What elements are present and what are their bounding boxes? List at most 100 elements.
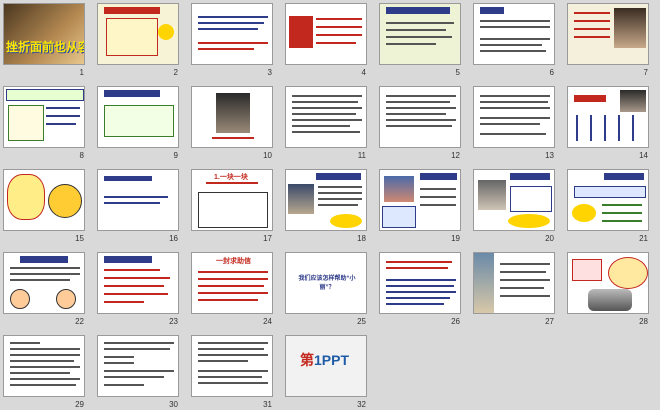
text-line [292, 95, 362, 97]
slide-thumbnail-23[interactable] [97, 252, 179, 314]
text-line [386, 267, 448, 269]
slide-thumbnail-16[interactable] [97, 169, 179, 231]
slide-title-bar [316, 173, 361, 180]
text-line [574, 12, 610, 14]
text-box [572, 259, 602, 281]
slide-thumbnail-10[interactable] [191, 86, 273, 148]
text-line [480, 50, 546, 52]
text-line [480, 107, 550, 109]
slide-title-bar [104, 256, 152, 263]
slide-thumbnail-32[interactable]: 第1PPT [285, 335, 367, 397]
slide-thumbnail-12[interactable] [379, 86, 461, 148]
slide-thumbnail-19[interactable] [379, 169, 461, 231]
text-line [198, 382, 268, 384]
slide-number: 20 [545, 234, 554, 243]
text-line [574, 20, 610, 22]
slide-thumbnail-29[interactable] [3, 335, 85, 397]
slide-thumbnail-4[interactable] [285, 3, 367, 65]
star-burst [508, 214, 550, 228]
slide-thumbnail-1[interactable]: 挫折面前也从容 [3, 3, 85, 65]
text-line [292, 101, 358, 103]
text-line [420, 188, 456, 190]
slide-number: 8 [79, 151, 84, 160]
text-line [46, 123, 76, 125]
text-line [46, 115, 80, 117]
slide-thumbnail-14[interactable] [567, 86, 649, 148]
slide-thumbnail-8[interactable] [3, 86, 85, 148]
slide-thumbnail-26[interactable] [379, 252, 461, 314]
slide-thumbnail-22[interactable] [3, 252, 85, 314]
text-line [10, 366, 80, 368]
text-line [386, 303, 444, 305]
text-line [480, 117, 550, 119]
text-line [292, 113, 356, 115]
text-line [10, 267, 80, 269]
slide-title-bar [420, 173, 457, 180]
slide-thumbnail-25[interactable]: 我们应该怎样帮助“小丽”？ [285, 252, 367, 314]
text-line [480, 38, 550, 40]
slide-thumbnail-2[interactable] [97, 3, 179, 65]
slide-title-bar [604, 173, 644, 180]
text-line [104, 384, 144, 386]
slide-number: 5 [455, 68, 460, 77]
text-line [386, 119, 456, 121]
text-line [480, 26, 550, 28]
cliff-photo [4, 4, 84, 64]
text-line [10, 279, 70, 281]
slide-thumbnail-7[interactable] [567, 3, 649, 65]
slide-thumbnail-15[interactable] [3, 169, 85, 231]
slide-number: 28 [639, 317, 648, 326]
slide-thumbnail-17[interactable]: 1.一块一块 [191, 169, 273, 231]
slide-number: 6 [549, 68, 554, 77]
text-line [198, 376, 262, 378]
slide-number: 18 [357, 234, 366, 243]
text-line [318, 198, 362, 200]
text-line [10, 348, 80, 350]
text-line [198, 48, 254, 50]
text-line [632, 115, 634, 141]
slide17-title: 1.一块一块 [214, 174, 248, 181]
slide-number: 29 [75, 400, 84, 409]
slide-thumbnail-13[interactable] [473, 86, 555, 148]
speech-bubble [7, 174, 45, 220]
text-box [289, 16, 313, 48]
slide-thumbnail-6[interactable] [473, 3, 555, 65]
slide-thumbnail-27[interactable] [473, 252, 555, 314]
slide-thumbnail-21[interactable] [567, 169, 649, 231]
slide-number: 10 [263, 151, 272, 160]
slide-thumbnail-5[interactable] [379, 3, 461, 65]
slide-thumbnail-20[interactable] [473, 169, 555, 231]
text-line [316, 34, 362, 36]
slide-thumbnail-28[interactable] [567, 252, 649, 314]
text-line [316, 26, 362, 28]
text-box [382, 206, 416, 228]
slide-number: 17 [263, 234, 272, 243]
slide-number: 19 [451, 234, 460, 243]
slide-thumbnail-9[interactable] [97, 86, 179, 148]
text-line [500, 279, 550, 281]
slide-thumbnail-11[interactable] [285, 86, 367, 148]
text-line [104, 196, 168, 198]
slide-thumbnail-31[interactable] [191, 335, 273, 397]
slide-number: 13 [545, 151, 554, 160]
slide-thumbnail-24[interactable]: 一封求助信 [191, 252, 273, 314]
text-line [104, 277, 170, 279]
text-line [604, 115, 606, 141]
slide-thumbnail-30[interactable] [97, 335, 179, 397]
text-line [292, 125, 350, 127]
ppt-logo-prefix: 第 [300, 352, 314, 368]
table-box [198, 192, 268, 228]
text-line [480, 95, 550, 97]
slide-thumbnail-3[interactable] [191, 3, 273, 65]
text-line [46, 107, 80, 109]
text-line [618, 115, 620, 141]
text-line [602, 204, 642, 206]
text-line [480, 44, 542, 46]
slide-thumbnail-18[interactable] [285, 169, 367, 231]
text-line [198, 285, 264, 287]
text-line [318, 192, 362, 194]
cartoon-figure [10, 289, 30, 309]
text-line [198, 278, 268, 280]
text-line [386, 43, 436, 45]
text-line [104, 342, 174, 344]
